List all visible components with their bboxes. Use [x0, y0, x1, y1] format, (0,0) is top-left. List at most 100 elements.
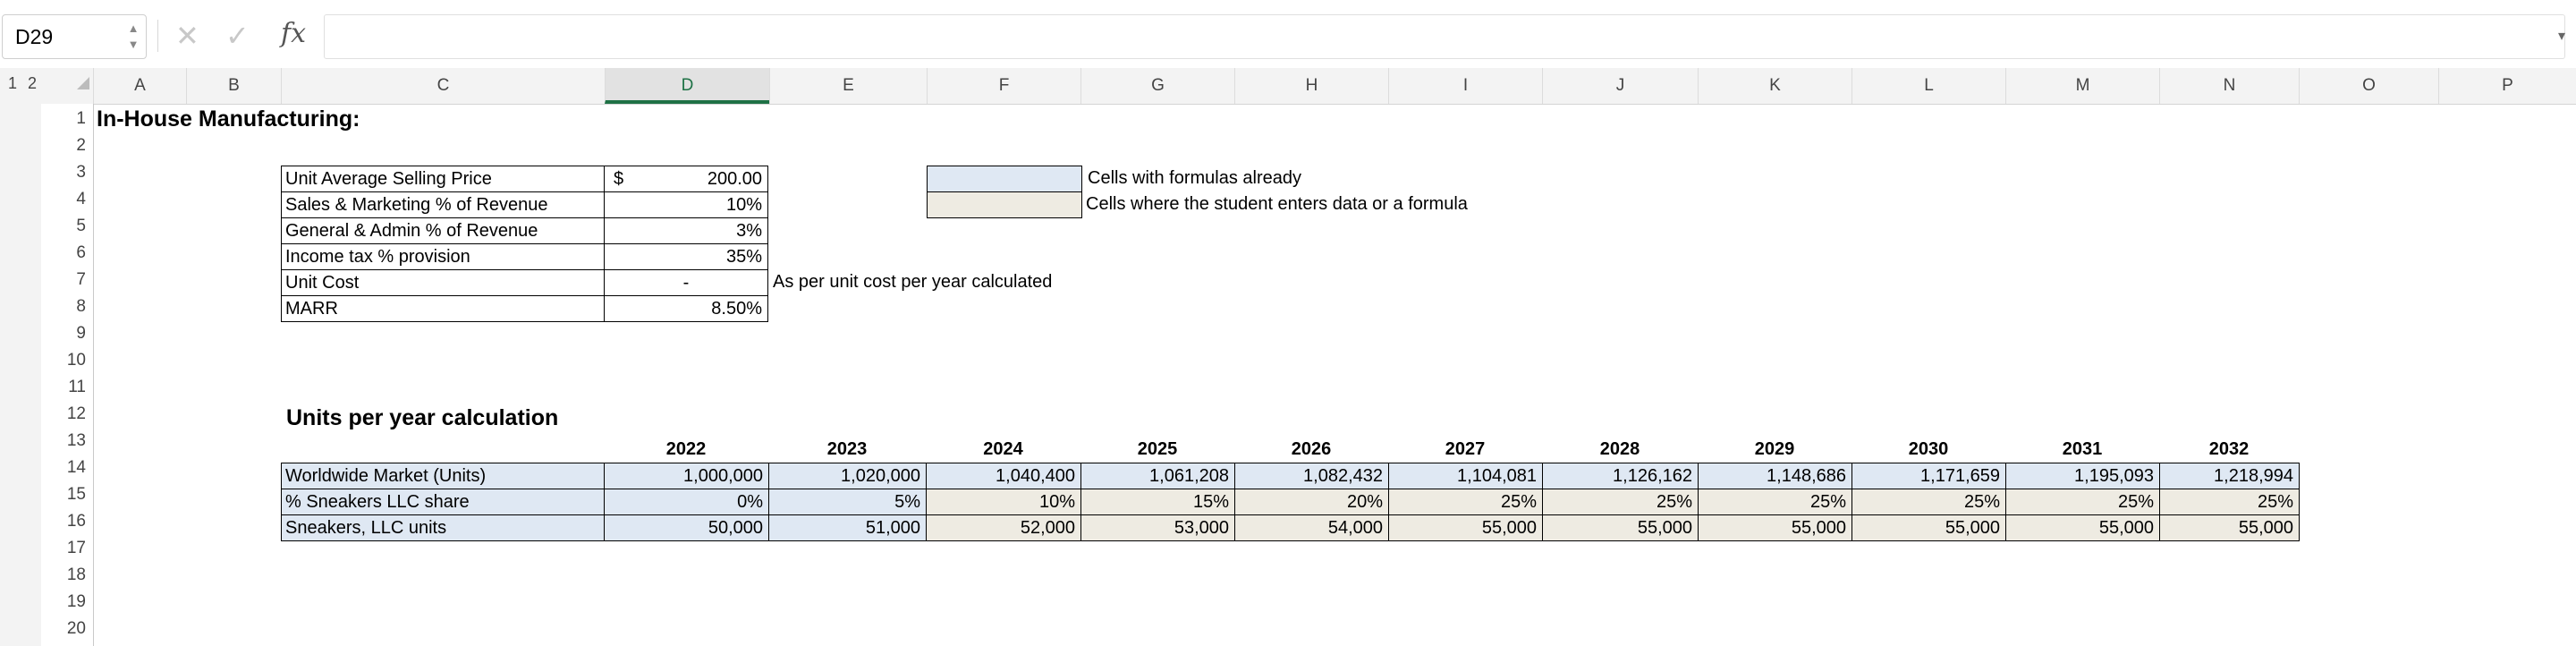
column-header-e[interactable]: E	[769, 68, 927, 104]
outline-level-2-button[interactable]: 2	[23, 73, 41, 93]
row-header[interactable]: 19	[41, 592, 86, 612]
units-cell[interactable]: 10%	[926, 489, 1081, 515]
units-cell[interactable]: 20%	[1234, 489, 1389, 515]
year-header[interactable]: 2022	[604, 437, 768, 463]
units-cell[interactable]: 0%	[604, 489, 769, 515]
param-label[interactable]: General & Admin % of Revenue	[281, 217, 605, 244]
row-header[interactable]: 20	[41, 619, 86, 639]
units-cell[interactable]: 1,126,162	[1542, 463, 1699, 489]
units-cell[interactable]: 1,195,093	[2005, 463, 2160, 489]
year-header[interactable]: 2025	[1080, 437, 1234, 463]
units-cell[interactable]: 1,082,432	[1234, 463, 1389, 489]
units-cell[interactable]: 1,020,000	[768, 463, 927, 489]
row-header[interactable]: 17	[41, 539, 86, 558]
param-label[interactable]: Sales & Marketing % of Revenue	[281, 191, 605, 218]
row-header[interactable]: 4	[41, 190, 86, 209]
units-cell[interactable]: 15%	[1080, 489, 1235, 515]
sheet-title[interactable]: In-House Manufacturing:	[97, 106, 360, 133]
param-value[interactable]: -	[604, 269, 768, 296]
units-cell[interactable]: 5%	[768, 489, 927, 515]
row-header[interactable]: 2	[41, 136, 86, 156]
legend-label[interactable]: Cells with formulas already	[1088, 166, 1301, 192]
column-header-k[interactable]: K	[1698, 68, 1852, 104]
year-header[interactable]: 2027	[1388, 437, 1542, 463]
units-cell[interactable]: 51,000	[768, 514, 927, 541]
units-cell[interactable]: 25%	[1388, 489, 1543, 515]
row-header[interactable]: 16	[41, 512, 86, 531]
unit-cost-note[interactable]: As per unit cost per year calculated	[773, 269, 1052, 296]
row-header[interactable]: 13	[41, 431, 86, 451]
formula-input[interactable]	[324, 14, 2565, 59]
column-header-m[interactable]: M	[2005, 68, 2159, 104]
column-header-n[interactable]: N	[2159, 68, 2299, 104]
param-value[interactable]: 35%	[604, 243, 768, 270]
column-header-p[interactable]: P	[2438, 68, 2576, 104]
param-value[interactable]: 8.50%	[604, 295, 768, 322]
units-cell[interactable]: 25%	[1698, 489, 1852, 515]
units-cell[interactable]: 55,000	[2159, 514, 2300, 541]
column-header-l[interactable]: L	[1852, 68, 2005, 104]
column-header-f[interactable]: F	[927, 68, 1080, 104]
legend-label[interactable]: Cells where the student enters data or a…	[1086, 191, 1468, 218]
year-header[interactable]: 2024	[926, 437, 1080, 463]
row-header[interactable]: 1	[41, 109, 86, 129]
row-header[interactable]: 14	[41, 458, 86, 478]
column-header-o[interactable]: O	[2299, 68, 2438, 104]
units-cell[interactable]: 55,000	[1542, 514, 1699, 541]
units-cell[interactable]: 52,000	[926, 514, 1081, 541]
units-cell[interactable]: 25%	[1852, 489, 2006, 515]
outline-level-1-button[interactable]: 1	[4, 73, 21, 93]
sheet-grid[interactable]: In-House Manufacturing: Unit Average Sel…	[93, 104, 2576, 646]
formula-expand-icon[interactable]: ▾	[2558, 27, 2565, 45]
row-header[interactable]: 5	[41, 217, 86, 236]
units-row-label[interactable]: Sneakers, LLC units	[281, 514, 605, 541]
year-header[interactable]: 2026	[1234, 437, 1388, 463]
units-cell[interactable]: 25%	[1542, 489, 1699, 515]
row-header[interactable]: 18	[41, 565, 86, 585]
units-cell[interactable]: 55,000	[1698, 514, 1852, 541]
units-cell[interactable]: 1,040,400	[926, 463, 1081, 489]
row-header[interactable]: 9	[41, 324, 86, 344]
legend-swatch-input[interactable]	[927, 191, 1082, 218]
cancel-icon[interactable]: ✕	[175, 20, 199, 52]
row-header[interactable]: 15	[41, 485, 86, 505]
row-header[interactable]: 11	[41, 378, 86, 397]
units-cell[interactable]: 1,148,686	[1698, 463, 1852, 489]
year-header[interactable]: 2028	[1542, 437, 1698, 463]
year-header[interactable]: 2023	[768, 437, 926, 463]
column-header-j[interactable]: J	[1542, 68, 1698, 104]
select-all-corner[interactable]	[77, 77, 89, 89]
param-value[interactable]: 3%	[604, 217, 768, 244]
year-header[interactable]: 2030	[1852, 437, 2005, 463]
units-cell[interactable]: 53,000	[1080, 514, 1235, 541]
row-header[interactable]: 3	[41, 163, 86, 183]
row-header[interactable]: 12	[41, 404, 86, 424]
row-header[interactable]: 8	[41, 297, 86, 317]
units-row-label[interactable]: Worldwide Market (Units)	[281, 463, 605, 489]
year-header[interactable]: 2031	[2005, 437, 2159, 463]
column-header-d[interactable]: D	[605, 68, 769, 104]
units-cell[interactable]: 25%	[2005, 489, 2160, 515]
units-cell[interactable]: 1,218,994	[2159, 463, 2300, 489]
units-row-label[interactable]: % Sneakers LLC share	[281, 489, 605, 515]
units-cell[interactable]: 54,000	[1234, 514, 1389, 541]
units-cell[interactable]: 1,171,659	[1852, 463, 2006, 489]
row-header[interactable]: 6	[41, 243, 86, 263]
param-label[interactable]: Income tax % provision	[281, 243, 605, 270]
row-header[interactable]: 7	[41, 270, 86, 290]
param-value[interactable]: 10%	[604, 191, 768, 218]
units-cell[interactable]: 55,000	[1388, 514, 1543, 541]
param-label[interactable]: Unit Cost	[281, 269, 605, 296]
column-header-g[interactable]: G	[1080, 68, 1234, 104]
enter-check-icon[interactable]: ✓	[225, 20, 250, 52]
year-header[interactable]: 2032	[2159, 437, 2299, 463]
param-label[interactable]: Unit Average Selling Price	[281, 166, 605, 192]
section-title[interactable]: Units per year calculation	[286, 405, 558, 432]
units-cell[interactable]: 25%	[2159, 489, 2300, 515]
units-cell[interactable]: 50,000	[604, 514, 769, 541]
column-header-h[interactable]: H	[1234, 68, 1388, 104]
units-cell[interactable]: 1,000,000	[604, 463, 769, 489]
param-label[interactable]: MARR	[281, 295, 605, 322]
year-header[interactable]: 2029	[1698, 437, 1852, 463]
column-header-a[interactable]: A	[93, 68, 186, 104]
